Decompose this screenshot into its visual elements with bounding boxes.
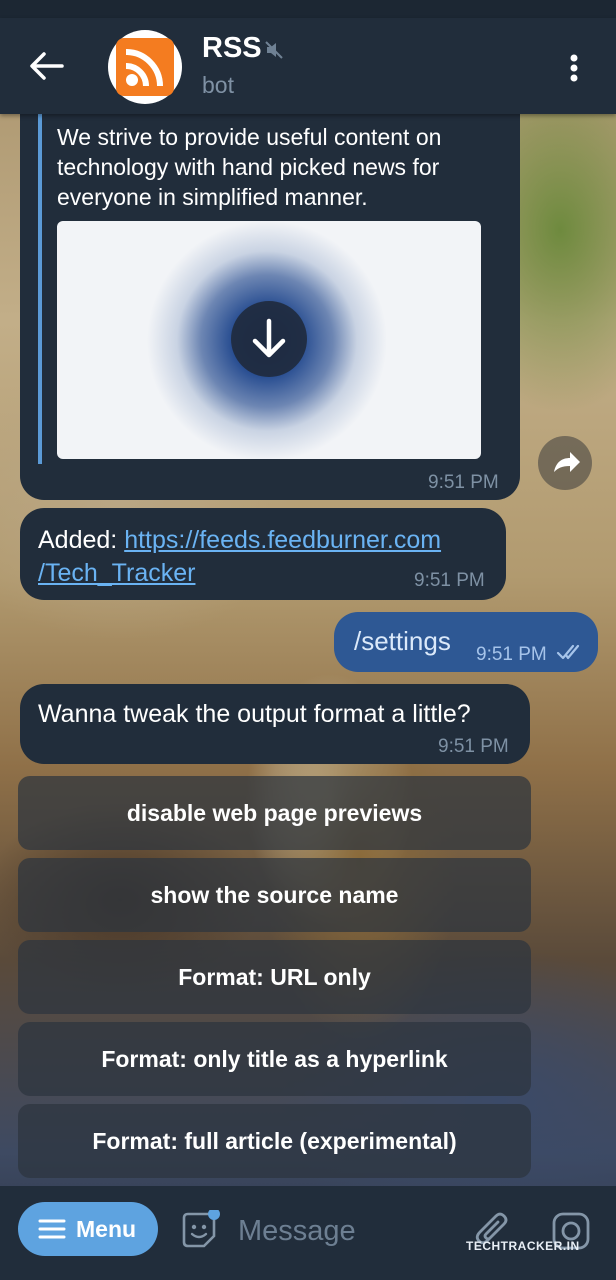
keyboard-button-disable-previews[interactable]: disable web page previews: [18, 776, 531, 850]
menu-lines-icon: [38, 1219, 66, 1239]
share-icon[interactable]: [538, 436, 592, 490]
message-text: We strive to provide useful content on t…: [57, 124, 442, 210]
link-preview-image[interactable]: [57, 221, 481, 459]
message-time: 9:51 PM: [428, 472, 499, 493]
watermark: TECHTRACKER.IN: [466, 1239, 580, 1253]
download-icon[interactable]: [231, 301, 307, 377]
sticker-icon[interactable]: [178, 1210, 220, 1252]
rss-icon: [116, 38, 174, 96]
back-arrow-icon[interactable]: [28, 50, 64, 82]
message-bubble-settings[interactable]: /settings 9:51 PM: [334, 612, 598, 672]
keyboard-button-format-full-article[interactable]: Format: full article (experimental): [18, 1104, 531, 1178]
command-text: /settings: [354, 626, 451, 656]
avatar[interactable]: [108, 30, 182, 104]
quote-bar: [38, 114, 42, 464]
menu-label: Menu: [76, 1216, 137, 1242]
chat-title[interactable]: RSS: [202, 32, 262, 65]
message-time: 9:51 PM: [476, 644, 547, 665]
status-bar: [0, 0, 616, 18]
keyboard-button-show-source[interactable]: show the source name: [18, 858, 531, 932]
added-prefix: Added:: [38, 526, 125, 554]
mute-icon: [265, 41, 283, 59]
message-text: Added: https://feeds.feedburner.com /Tec…: [38, 524, 441, 590]
message-text: Wanna tweak the output format a little?: [38, 700, 471, 728]
feed-link[interactable]: https://feeds.feedburner.com: [124, 526, 441, 554]
message-input[interactable]: [236, 1208, 440, 1254]
message-input-bar: Menu TECHTRACKER.IN: [0, 1186, 616, 1280]
chat-subtitle: bot: [202, 72, 234, 98]
more-vertical-icon[interactable]: [560, 48, 588, 88]
feed-link-cont[interactable]: /Tech_Tracker: [38, 559, 195, 587]
keyboard-button-format-url[interactable]: Format: URL only: [18, 940, 531, 1014]
keyboard-button-format-title-link[interactable]: Format: only title as a hyperlink: [18, 1022, 531, 1096]
message-bubble-tweak[interactable]: Wanna tweak the output format a little? …: [20, 684, 530, 764]
message-bubble-added[interactable]: Added: https://feeds.feedburner.com /Tec…: [20, 508, 506, 600]
double-check-icon: [556, 644, 580, 660]
message-time: 9:51 PM: [414, 570, 485, 591]
menu-button[interactable]: Menu: [18, 1202, 158, 1256]
message-time: 9:51 PM: [438, 736, 509, 757]
chat-header: RSS bot: [0, 18, 616, 114]
